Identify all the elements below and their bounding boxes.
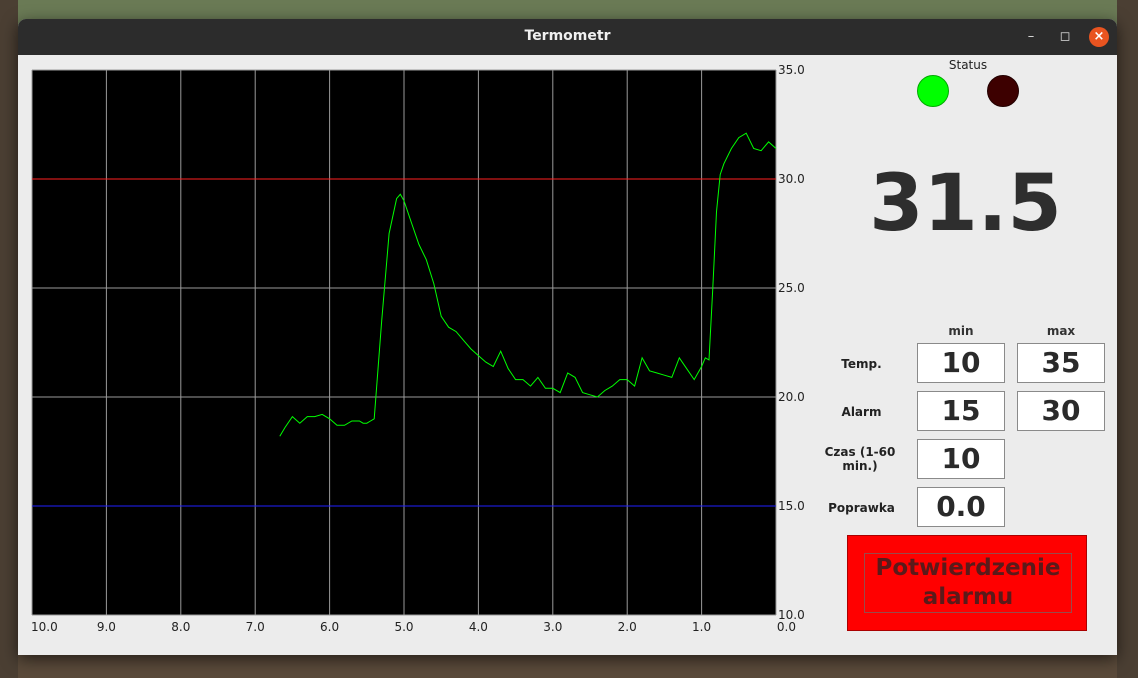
column-header-max: max <box>1046 324 1076 338</box>
y-tick-label: 20.0 <box>778 390 805 404</box>
maximize-icon[interactable]: ◻ <box>1055 27 1075 47</box>
y-tick-label: 30.0 <box>778 172 805 186</box>
temp-max-field[interactable]: 35 <box>1017 343 1105 383</box>
x-tick-label: 8.0 <box>171 620 190 634</box>
acknowledge-alarm-label: Potwierdzenie alarmu <box>864 553 1072 613</box>
x-tick-label: 4.0 <box>469 620 488 634</box>
title-bar: Termometr – ◻ × <box>18 19 1117 55</box>
x-tick-label: 10.0 <box>31 620 58 634</box>
status-alarm-indicator <box>987 75 1019 107</box>
x-axis-ticks: 10.0 9.0 8.0 7.0 6.0 5.0 4.0 3.0 2.0 1.0 0.0 <box>31 620 796 634</box>
close-icon[interactable]: × <box>1089 27 1109 47</box>
x-tick-label: 6.0 <box>320 620 339 634</box>
current-temperature: 31.5 <box>869 159 1062 249</box>
alarm-max-field[interactable]: 30 <box>1017 391 1105 431</box>
status-ok-indicator <box>917 75 949 107</box>
x-tick-label: 1.0 <box>692 620 711 634</box>
x-tick-label: 5.0 <box>394 620 413 634</box>
x-tick-label: 9.0 <box>97 620 116 634</box>
temp-min-field[interactable]: 10 <box>917 343 1005 383</box>
alarm-label: Alarm <box>841 405 882 419</box>
time-field[interactable]: 10 <box>917 439 1005 479</box>
column-header-min: min <box>948 324 974 338</box>
y-tick-label: 35.0 <box>778 63 805 77</box>
app-window: Termometr – ◻ × 10.0 9.0 8.0 7.0 6.0 5.0 4.0 3.… <box>18 19 1117 655</box>
window-title: Termometr <box>524 28 611 44</box>
y-tick-label: 15.0 <box>778 499 805 513</box>
time-label: Czas (1-60 min.) <box>824 445 896 473</box>
y-tick-label: 10.0 <box>778 608 805 622</box>
y-axis-ticks: 35.0 30.0 25.0 20.0 15.0 10.0 <box>778 63 805 622</box>
x-tick-label: 2.0 <box>618 620 637 634</box>
status-label: Status <box>948 58 988 72</box>
temp-label: Temp. <box>841 357 882 371</box>
offset-label: Poprawka <box>828 501 895 515</box>
x-tick-label: 7.0 <box>246 620 265 634</box>
minimize-icon[interactable]: – <box>1021 27 1041 47</box>
temperature-chart: 10.0 9.0 8.0 7.0 6.0 5.0 4.0 3.0 2.0 1.0 0.0 35.03… <box>31 63 805 634</box>
x-tick-label: 0.0 <box>777 620 796 634</box>
alarm-min-field[interactable]: 15 <box>917 391 1005 431</box>
y-tick-label: 25.0 <box>778 281 805 295</box>
offset-field[interactable]: 0.0 <box>917 487 1005 527</box>
acknowledge-alarm-button[interactable]: Potwierdzenie alarmu <box>847 535 1087 631</box>
x-tick-label: 3.0 <box>543 620 562 634</box>
